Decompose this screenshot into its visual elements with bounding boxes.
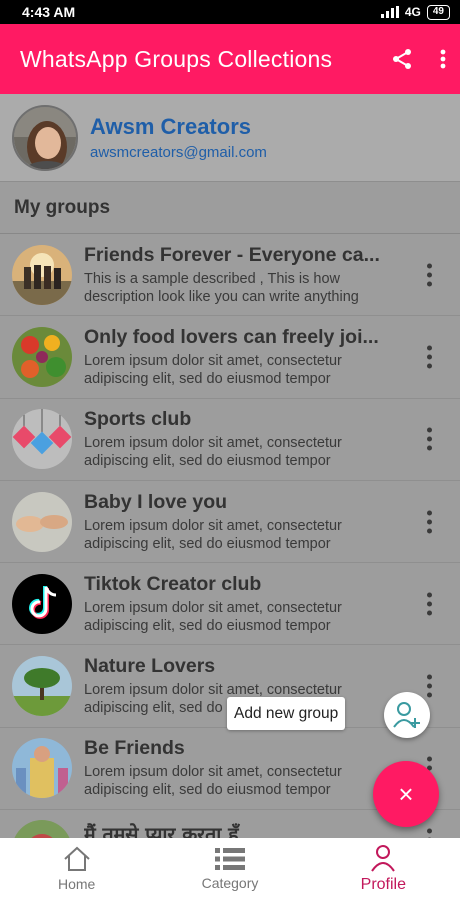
new-tags-photo [12, 409, 72, 470]
nav-home-label: Home [57, 876, 96, 892]
more-vert-icon[interactable] [421, 825, 438, 838]
group-title: Only food lovers can freely joi... [84, 325, 379, 348]
battery-icon: 49 [426, 4, 450, 20]
close-fab-button[interactable]: × [373, 761, 439, 827]
tiktok-logo [12, 573, 72, 634]
list-icon [214, 848, 245, 870]
food-photo [12, 326, 72, 387]
group-title: Be Friends [84, 737, 185, 760]
group-description: Lorem ipsum dolor sit amet, consectetur … [84, 352, 342, 387]
list-item[interactable]: Sports club Lorem ipsum dolor sit amet, … [0, 399, 460, 481]
group-title: Tiktok Creator club [84, 572, 262, 595]
more-vert-icon[interactable] [421, 671, 438, 702]
group-list[interactable]: Friends Forever - Everyone ca... This is… [0, 234, 460, 838]
home-icon [63, 846, 90, 871]
list-item[interactable]: Baby I love you Lorem ipsum dolor sit am… [0, 481, 460, 564]
more-vert-icon[interactable] [421, 341, 438, 372]
group-description: Lorem ipsum dolor sit amet, consectetur … [84, 599, 342, 634]
group-title: Baby I love you [84, 490, 228, 513]
more-vert-icon[interactable] [440, 49, 446, 69]
more-vert-icon[interactable] [421, 424, 438, 455]
status-time: 4:43 AM [22, 4, 76, 20]
app-bar: WhatsApp Groups Collections [0, 24, 460, 94]
friends-photo [12, 244, 72, 305]
close-icon: × [398, 778, 414, 809]
signal-icon [380, 6, 399, 18]
section-title: My groups [14, 197, 111, 218]
nav-home[interactable]: Home [0, 838, 153, 900]
group-title: Sports club [84, 408, 192, 431]
tree-photo [12, 656, 72, 717]
group-title: Nature Lovers [84, 655, 216, 678]
status-bar: 4:43 AM 4G 49 [0, 0, 460, 24]
list-item[interactable]: Only food lovers can freely joi... Lorem… [0, 316, 460, 399]
nav-category-label: Category [201, 875, 259, 891]
group-description: Lorem ipsum dolor sit amet, consectetur … [84, 517, 342, 552]
nav-category[interactable]: Category [153, 838, 306, 900]
bottom-nav: Home Category Profile [0, 838, 460, 900]
group-description: Lorem ipsum dolor sit amet, consectetur … [84, 435, 342, 470]
more-vert-icon[interactable] [421, 259, 438, 290]
more-vert-icon[interactable] [421, 506, 438, 537]
list-item[interactable]: Friends Forever - Everyone ca... This is… [0, 234, 460, 317]
profile-email: awsmcreators@gmail.com [90, 144, 267, 161]
status-icons: 4G 49 [380, 4, 450, 20]
avatar [12, 104, 78, 171]
group-description: Lorem ipsum dolor sit amet, consectetur … [84, 764, 342, 799]
group-title: Friends Forever - Everyone ca... [84, 243, 380, 266]
fab-tooltip[interactable]: Add new group [227, 697, 346, 730]
more-vert-icon[interactable] [421, 588, 438, 619]
group-title: मैं तमसे प्यार करता हूँ [84, 823, 239, 838]
add-person-icon[interactable] [384, 692, 430, 738]
profile-name: Awsm Creators [90, 114, 251, 139]
nav-profile[interactable]: Profile [307, 838, 460, 900]
friends-art-photo [12, 738, 72, 799]
love-photo [12, 820, 72, 838]
list-item[interactable]: Tiktok Creator club Lorem ipsum dolor si… [0, 563, 460, 646]
share-icon[interactable] [390, 47, 414, 71]
hands-photo [12, 491, 72, 552]
group-description: This is a sample described , This is how… [84, 270, 359, 305]
app-title: WhatsApp Groups Collections [20, 45, 333, 72]
network-label: 4G [404, 5, 421, 19]
person-icon [371, 845, 396, 872]
profile-header[interactable]: Awsm Creators awsmcreators@gmail.com [0, 94, 460, 182]
nav-profile-label: Profile [360, 876, 406, 893]
